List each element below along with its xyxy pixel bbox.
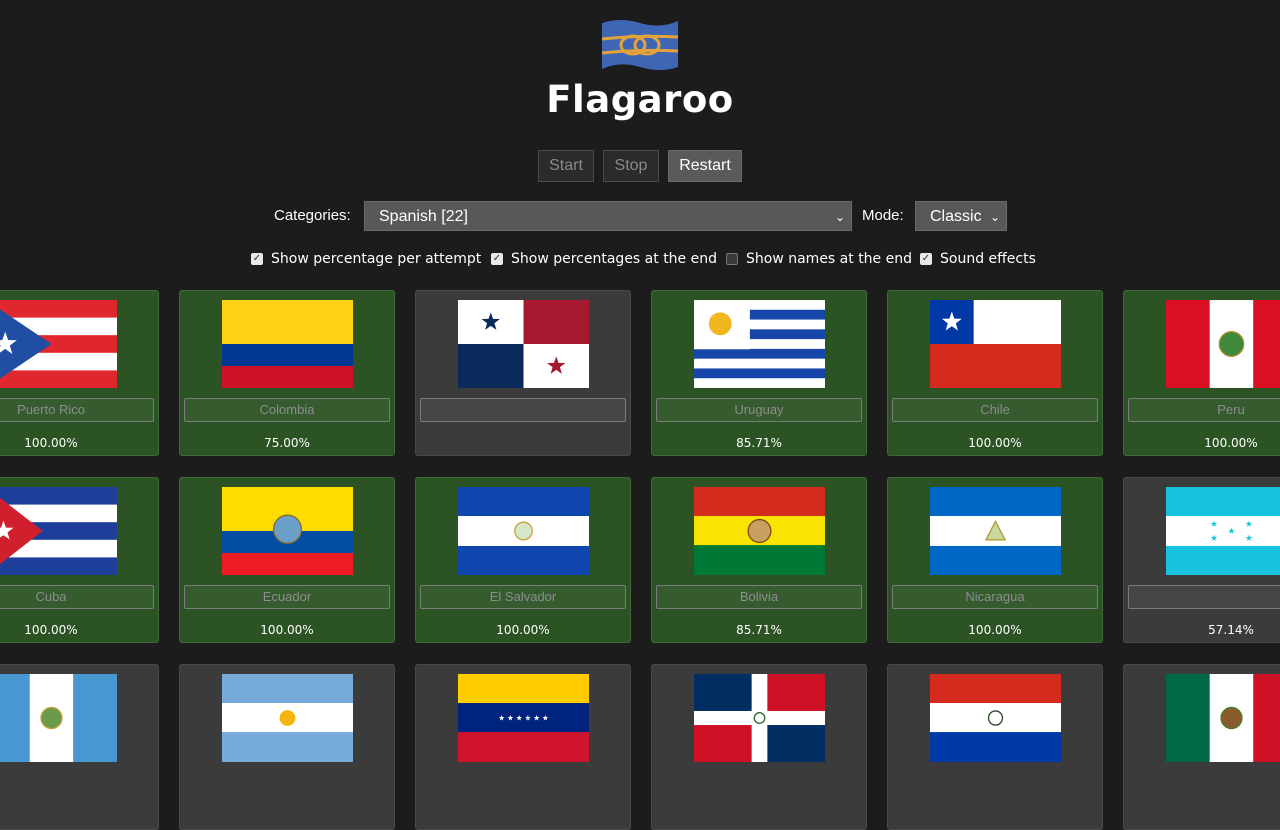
names-at-end-checkbox[interactable] bbox=[726, 253, 738, 265]
flag-image bbox=[694, 487, 825, 575]
option-label: Show percentage per attempt bbox=[271, 251, 482, 267]
flag-image bbox=[222, 300, 353, 388]
mode-value: Classic bbox=[930, 208, 982, 225]
mode-select[interactable]: Classic ⌄ bbox=[915, 201, 1007, 231]
categories-select[interactable]: Spanish [22] ⌄ bbox=[364, 201, 852, 231]
country-name-field[interactable]: Uruguay bbox=[656, 398, 862, 422]
flag-image bbox=[0, 674, 117, 762]
percentages-at-end-checkbox[interactable]: ✓ bbox=[491, 253, 503, 265]
flag-card-argentina[interactable] bbox=[179, 664, 395, 830]
percent-label: 100.00% bbox=[24, 623, 78, 637]
country-name-field[interactable]: El Salvador bbox=[420, 585, 626, 609]
flag-image bbox=[0, 300, 117, 388]
percent-label: 100.00% bbox=[260, 623, 314, 637]
country-name-field[interactable]: Cuba bbox=[0, 585, 154, 609]
country-name-field[interactable]: Nicaragua bbox=[892, 585, 1098, 609]
percent-label: 100.00% bbox=[496, 623, 550, 637]
country-name-field[interactable]: Colombia bbox=[184, 398, 390, 422]
flag-image bbox=[930, 674, 1061, 762]
flag-image bbox=[930, 487, 1061, 575]
percent-label: 57.14% bbox=[1208, 623, 1254, 637]
flag-card-cuba[interactable]: Cuba 100.00% bbox=[0, 477, 159, 643]
flag-card-el-salvador[interactable]: El Salvador 100.00% bbox=[415, 477, 631, 643]
categories-value: Spanish [22] bbox=[379, 208, 468, 225]
options-row: ✓ Show percentage per attempt ✓ Show per… bbox=[0, 251, 1280, 271]
restart-button[interactable]: Restart bbox=[668, 150, 742, 182]
flag-card-bolivia[interactable]: Bolivia 85.71% bbox=[651, 477, 867, 643]
flag-image bbox=[458, 300, 589, 388]
country-name-field[interactable] bbox=[1128, 585, 1280, 609]
flag-image bbox=[694, 300, 825, 388]
flag-image bbox=[1166, 674, 1280, 762]
flag-image bbox=[458, 674, 589, 762]
knot-flag-icon bbox=[600, 17, 680, 73]
flag-card-paraguay[interactable] bbox=[887, 664, 1103, 830]
chevron-down-icon: ⌄ bbox=[834, 210, 845, 224]
flag-card-peru[interactable]: Peru 100.00% bbox=[1123, 290, 1280, 456]
percent-label: 100.00% bbox=[24, 436, 78, 450]
flag-image bbox=[1166, 300, 1280, 388]
percent-label: 85.71% bbox=[736, 623, 782, 637]
country-name-field[interactable]: Peru bbox=[1128, 398, 1280, 422]
flag-image bbox=[458, 487, 589, 575]
country-name-field[interactable]: Puerto Rico bbox=[0, 398, 154, 422]
flag-card-venezuela[interactable] bbox=[415, 664, 631, 830]
option-label: Sound effects bbox=[940, 251, 1036, 267]
flag-image bbox=[1166, 487, 1280, 575]
flag-card-nicaragua[interactable]: Nicaragua 100.00% bbox=[887, 477, 1103, 643]
country-name-field[interactable]: Ecuador bbox=[184, 585, 390, 609]
option-label: Show names at the end bbox=[746, 251, 912, 267]
percentage-per-attempt-checkbox[interactable]: ✓ bbox=[251, 253, 263, 265]
flag-image bbox=[222, 674, 353, 762]
flag-card-honduras[interactable]: 57.14% bbox=[1123, 477, 1280, 643]
country-name-field[interactable]: Chile bbox=[892, 398, 1098, 422]
sound-effects-checkbox[interactable]: ✓ bbox=[920, 253, 932, 265]
flag-card-guatemala[interactable] bbox=[0, 664, 159, 830]
flag-card-chile[interactable]: Chile 100.00% bbox=[887, 290, 1103, 456]
country-name-field[interactable] bbox=[420, 398, 626, 422]
country-name-field[interactable]: Bolivia bbox=[656, 585, 862, 609]
flag-card-mexico[interactable] bbox=[1123, 664, 1280, 830]
start-button[interactable]: Start bbox=[538, 150, 594, 182]
mode-label: Mode: bbox=[862, 207, 904, 224]
percent-label: 100.00% bbox=[968, 436, 1022, 450]
flag-image bbox=[930, 300, 1061, 388]
flag-card-panama[interactable] bbox=[415, 290, 631, 456]
flag-image bbox=[694, 674, 825, 762]
flag-image bbox=[222, 487, 353, 575]
percent-label: 100.00% bbox=[968, 623, 1022, 637]
flag-card-dominican-republic[interactable] bbox=[651, 664, 867, 830]
chevron-down-icon: ⌄ bbox=[989, 210, 1000, 224]
flag-image bbox=[0, 487, 117, 575]
flag-card-uruguay[interactable]: Uruguay 85.71% bbox=[651, 290, 867, 456]
flag-card-puerto-rico[interactable]: Puerto Rico 100.00% bbox=[0, 290, 159, 456]
percent-label: 85.71% bbox=[736, 436, 782, 450]
flag-card-colombia[interactable]: Colombia 75.00% bbox=[179, 290, 395, 456]
option-label: Show percentages at the end bbox=[511, 251, 717, 267]
percent-label: 75.00% bbox=[264, 436, 310, 450]
app-title: Flagaroo bbox=[546, 78, 734, 121]
categories-label: Categories: bbox=[274, 207, 351, 224]
flag-card-ecuador[interactable]: Ecuador 100.00% bbox=[179, 477, 395, 643]
stop-button[interactable]: Stop bbox=[603, 150, 659, 182]
percent-label: 100.00% bbox=[1204, 436, 1258, 450]
